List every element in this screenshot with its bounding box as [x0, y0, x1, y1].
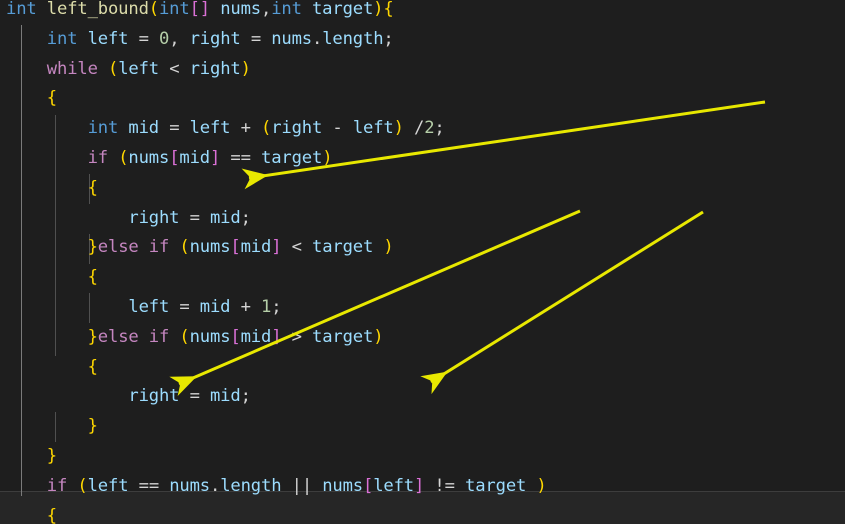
code-line-4[interactable]: {	[6, 84, 57, 114]
code-line-8[interactable]: right = mid;	[6, 204, 251, 234]
code-line-14[interactable]: right = mid;	[6, 382, 251, 412]
arrow-not-equals-target	[420, 210, 704, 395]
code-line-5[interactable]: int mid = left + (right - left) /2;	[6, 114, 445, 144]
code-line-6[interactable]: if (nums[mid] == target)	[6, 144, 333, 174]
code-line-3[interactable]: while (left < right)	[6, 55, 251, 85]
code-line-10[interactable]: {	[6, 263, 98, 293]
code-line-17[interactable]: if (left == nums.length || nums[left] !=…	[6, 472, 547, 502]
code-rows-container[interactable]: int left_bound(int[] nums,int target){ i…	[0, 0, 547, 524]
code-line-11[interactable]: left = mid + 1;	[6, 293, 281, 323]
code-line-7[interactable]: {	[6, 174, 98, 204]
code-line-9[interactable]: }else if (nums[mid] < target )	[6, 233, 394, 263]
code-line-13[interactable]: {	[6, 353, 98, 383]
code-line-1[interactable]: int left_bound(int[] nums,int target){	[6, 0, 394, 25]
code-line-2[interactable]: int left = 0, right = nums.length;	[6, 25, 394, 55]
code-line-12[interactable]: }else if (nums[mid] > target)	[6, 323, 384, 353]
code-line-15[interactable]: }	[6, 412, 98, 442]
vscode-editor[interactable]: int left_bound(int[] nums,int target){ i…	[0, 0, 845, 524]
code-line-18[interactable]: {	[6, 502, 57, 524]
code-line-16[interactable]: }	[6, 442, 57, 472]
